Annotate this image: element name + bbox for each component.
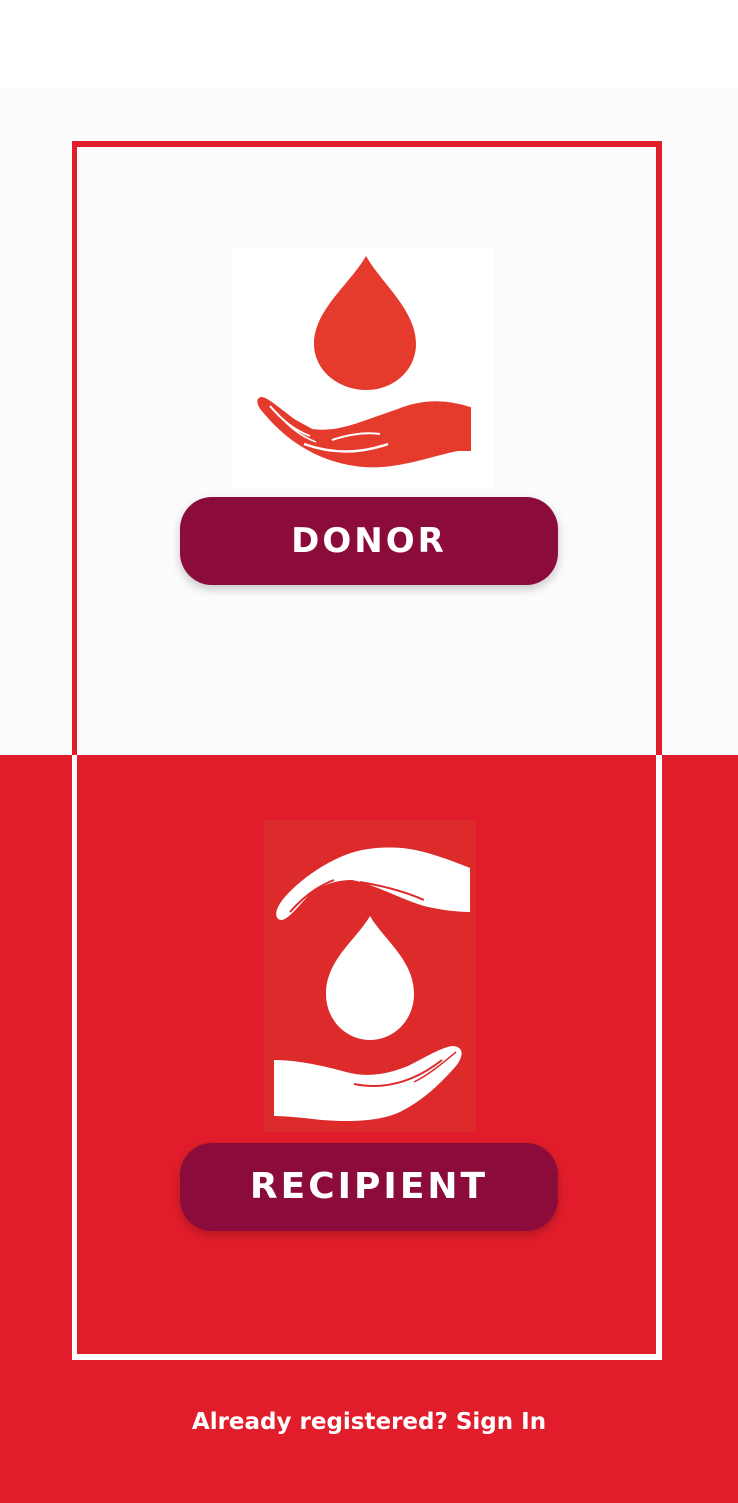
frame-top-border xyxy=(72,141,662,147)
frame-right-border-lower xyxy=(656,755,662,1360)
frame-right-border xyxy=(656,141,662,755)
frame-left-border-lower xyxy=(72,755,77,1360)
frame-left-border xyxy=(72,141,77,755)
frame-bottom-border xyxy=(72,1354,662,1360)
sign-in-link[interactable]: Already registered? Sign In xyxy=(0,1402,738,1442)
blood-drop-on-hand-icon xyxy=(232,248,494,488)
hands-around-blood-drop-icon xyxy=(264,820,476,1132)
donor-button[interactable]: DONOR xyxy=(180,497,558,585)
recipient-button[interactable]: RECIPIENT xyxy=(180,1143,558,1231)
